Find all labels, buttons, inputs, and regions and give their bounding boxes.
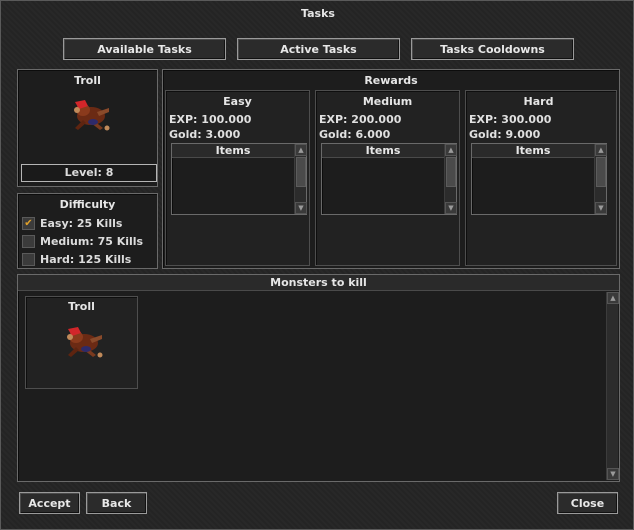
difficulty-medium-label: Medium: 75 Kills [40, 234, 144, 248]
monster-name: Troll [74, 74, 101, 87]
tier-exp: EXP: 300.000 [469, 113, 552, 126]
tier-gold: Gold: 3.000 [169, 128, 241, 141]
reward-tier-hard: Hard EXP: 300.000 Gold: 9.000 Items ▲ ▼ [465, 90, 617, 266]
items-scrollbar[interactable]: ▲ ▼ [594, 144, 607, 214]
tier-name: Medium [362, 95, 413, 108]
items-list[interactable]: Items ▲ ▼ [171, 143, 307, 215]
items-list[interactable]: Items ▲ ▼ [471, 143, 607, 215]
items-header: Items [322, 144, 444, 158]
arrow-up-icon[interactable]: ▲ [595, 144, 607, 156]
difficulty-panel: Difficulty ✔ Easy: 25 Kills Medium: 75 K… [17, 193, 158, 269]
monster-card-troll[interactable]: Troll [25, 296, 138, 389]
tasks-window: Tasks Available Tasks Active Tasks Tasks… [0, 0, 634, 530]
accept-button[interactable]: Accept [19, 492, 80, 514]
easy-checkbox[interactable]: ✔ [22, 216, 35, 230]
tier-exp: EXP: 200.000 [319, 113, 402, 126]
scroll-thumb[interactable] [296, 157, 306, 187]
rewards-panel: Rewards Easy EXP: 100.000 Gold: 3.000 It… [162, 69, 620, 269]
arrow-down-icon[interactable]: ▼ [295, 202, 307, 214]
monster-panel: Troll Level: 8 [17, 69, 158, 187]
checkmark-icon: ✔ [24, 217, 33, 229]
scroll-thumb[interactable] [446, 157, 456, 187]
rewards-title: Rewards [364, 74, 418, 87]
arrow-down-icon[interactable]: ▼ [607, 468, 619, 480]
hard-checkbox[interactable] [22, 252, 35, 266]
tier-gold: Gold: 9.000 [469, 128, 541, 141]
difficulty-medium-option[interactable]: Medium: 75 Kills [22, 232, 156, 250]
medium-checkbox[interactable] [22, 234, 35, 248]
tier-name: Hard [523, 95, 554, 108]
arrow-down-icon[interactable]: ▼ [445, 202, 457, 214]
monster-level: Level: 8 [21, 164, 157, 182]
troll-sprite-icon [63, 92, 113, 134]
tab-available-tasks[interactable]: Available Tasks [63, 38, 226, 60]
items-header: Items [472, 144, 594, 158]
difficulty-options: ✔ Easy: 25 Kills Medium: 75 Kills Hard: … [22, 214, 156, 268]
difficulty-easy-option[interactable]: ✔ Easy: 25 Kills [22, 214, 156, 232]
items-list[interactable]: Items ▲ ▼ [321, 143, 457, 215]
tab-active-tasks[interactable]: Active Tasks [237, 38, 400, 60]
scroll-thumb[interactable] [596, 157, 606, 187]
window-title: Tasks [301, 7, 335, 20]
monsters-to-kill-title: Monsters to kill [18, 275, 619, 291]
items-scrollbar[interactable]: ▲ ▼ [444, 144, 457, 214]
arrow-up-icon[interactable]: ▲ [607, 292, 619, 304]
monster-card-name: Troll [68, 300, 95, 313]
arrow-up-icon[interactable]: ▲ [445, 144, 457, 156]
items-header: Items [172, 144, 294, 158]
reward-tier-medium: Medium EXP: 200.000 Gold: 6.000 Items ▲ … [315, 90, 460, 266]
arrow-up-icon[interactable]: ▲ [295, 144, 307, 156]
tier-gold: Gold: 6.000 [319, 128, 391, 141]
items-scrollbar[interactable]: ▲ ▼ [294, 144, 307, 214]
difficulty-title: Difficulty [59, 198, 116, 211]
monsters-to-kill-panel: Monsters to kill Troll ▲ ▼ [17, 274, 620, 482]
tier-name: Easy [223, 95, 252, 108]
troll-sprite-icon [56, 319, 106, 361]
difficulty-hard-option[interactable]: Hard: 125 Kills [22, 250, 156, 268]
monsters-scrollbar[interactable]: ▲ ▼ [606, 292, 619, 480]
reward-tier-easy: Easy EXP: 100.000 Gold: 3.000 Items ▲ ▼ [165, 90, 310, 266]
difficulty-easy-label: Easy: 25 Kills [40, 216, 123, 230]
arrow-down-icon[interactable]: ▼ [595, 202, 607, 214]
difficulty-hard-label: Hard: 125 Kills [40, 252, 132, 266]
close-button[interactable]: Close [557, 492, 618, 514]
back-button[interactable]: Back [86, 492, 147, 514]
tier-exp: EXP: 100.000 [169, 113, 252, 126]
tab-tasks-cooldowns[interactable]: Tasks Cooldowns [411, 38, 574, 60]
